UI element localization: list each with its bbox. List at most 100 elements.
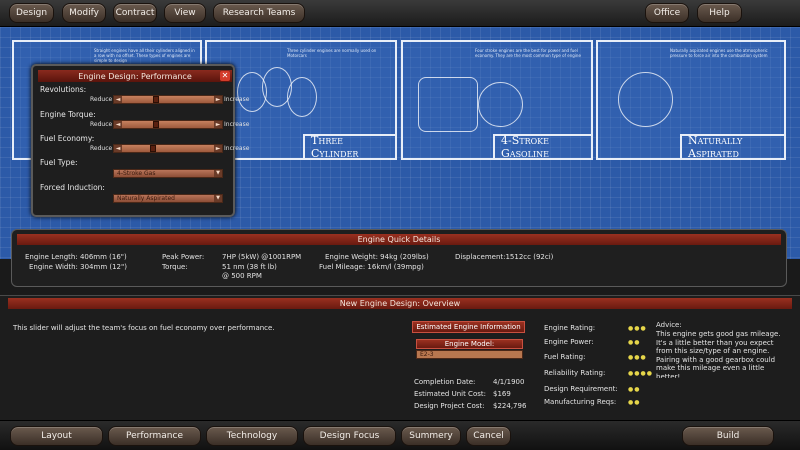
torque-rpm: @ 500 RPM (222, 272, 262, 280)
fuel-rating-label: Fuel Rating: (544, 353, 586, 361)
engine-width: Engine Width: 304mm (12") (29, 263, 127, 271)
engine-block-drawing (418, 77, 478, 132)
torque-value: 51 nm (38 ft lb) (222, 263, 277, 271)
torque-slider[interactable]: ◄ ► (113, 120, 223, 129)
top-menu-bar: Design Modify Contract View Research Tea… (0, 0, 800, 27)
unit-cost-value: $169 (493, 390, 511, 398)
engine-performance-dialog: Engine Design: Performance ✕ Revolutions… (31, 64, 249, 217)
contract-menu-button[interactable]: Contract (113, 3, 157, 23)
tab-technology[interactable]: Technology (206, 426, 298, 446)
gear-drawing (478, 82, 523, 127)
slider-hint: This slider will adjust the team's focus… (13, 324, 275, 332)
engine-power-label: Engine Power: (544, 338, 594, 346)
slider-thumb[interactable] (150, 145, 157, 152)
peak-power-label: Peak Power: (162, 253, 205, 261)
fuel-type-label: Fuel Type: (40, 158, 78, 167)
completion-date-label: Completion Date: (414, 378, 476, 386)
project-cost-label: Design Project Cost: (414, 402, 485, 410)
blueprint-panel-naturally-aspirated: Naturally aspirated engines use the atmo… (596, 40, 786, 160)
increase-label: Increase (224, 121, 250, 128)
modify-menu-button[interactable]: Modify (62, 3, 106, 23)
fuel-type-value: 4-Stroke Gas (117, 170, 156, 177)
revolutions-slider[interactable]: ◄ ► (113, 95, 223, 104)
build-button[interactable]: Build (682, 426, 774, 446)
quick-details-title: Engine Quick Details (17, 234, 781, 245)
blueprint-caption: Three Cylinder (303, 134, 395, 160)
help-menu-button[interactable]: Help (697, 3, 742, 23)
tab-summary[interactable]: Summery (401, 426, 461, 446)
dialog-title-bar: Engine Design: Performance ✕ (38, 70, 232, 82)
fuel-mileage: Fuel Mileage: 16km/l (39mpg) (319, 263, 424, 271)
tab-design-focus[interactable]: Design Focus (303, 426, 396, 446)
cancel-button[interactable]: Cancel (466, 426, 511, 446)
design-menu-button[interactable]: Design (9, 3, 54, 23)
torque-label: Torque: (162, 263, 188, 271)
design-requirement-label: Design Requirement: (544, 385, 618, 393)
reduce-label: Reduce (90, 145, 113, 152)
chevron-down-icon[interactable]: ▼ (214, 170, 222, 177)
slider-thumb[interactable] (152, 96, 159, 103)
manufacturing-reqs-dots: ●● (628, 399, 641, 406)
design-overview: New Engine Design: Overview This slider … (0, 295, 800, 420)
peak-power-value: 7HP (5kW) @1001RPM (222, 253, 302, 261)
arrow-right-icon[interactable]: ► (214, 145, 222, 152)
blueprint-panel-four-stroke: Four stroke engines are the best for pow… (401, 40, 593, 160)
reduce-label: Reduce (90, 121, 113, 128)
increase-label: Increase (224, 96, 250, 103)
engine-power-dots: ●● (628, 339, 641, 346)
forced-induction-value: Naturally Aspirated (117, 195, 175, 202)
engine-quick-details: Engine Quick Details Engine Length: 406m… (11, 229, 787, 287)
slider-thumb[interactable] (152, 121, 159, 128)
blueprint-note: Straight engines have all their cylinder… (94, 48, 195, 63)
forced-induction-select[interactable]: Naturally Aspirated ▼ (113, 194, 223, 203)
estimated-info-button[interactable]: Estimated Engine Information (412, 321, 525, 333)
blueprint-note: Four stroke engines are the best for pow… (475, 48, 581, 58)
reliability-rating-dots: ●●●● (628, 370, 653, 377)
displacement: Displacement:1512cc (92ci) (455, 253, 554, 261)
fuel-economy-slider[interactable]: ◄ ► (113, 144, 223, 153)
design-requirement-dots: ●● (628, 386, 641, 393)
overview-title: New Engine Design: Overview (8, 298, 792, 309)
arrow-left-icon[interactable]: ◄ (114, 96, 122, 103)
fuel-type-select[interactable]: 4-Stroke Gas ▼ (113, 169, 223, 178)
engine-weight: Engine Weight: 94kg (209lbs) (325, 253, 429, 261)
arrow-left-icon[interactable]: ◄ (114, 145, 122, 152)
close-icon[interactable]: ✕ (220, 71, 230, 81)
unit-cost-label: Estimated Unit Cost: (414, 390, 486, 398)
engine-model-label: Engine Model: (416, 339, 523, 349)
blueprint-caption: 4-Stroke Gasoline (493, 134, 591, 160)
arrow-right-icon[interactable]: ► (214, 121, 222, 128)
blueprint-note: Naturally aspirated engines use the atmo… (670, 48, 768, 58)
tab-layout[interactable]: Layout (10, 426, 103, 446)
fuel-rating-dots: ●●● (628, 354, 647, 361)
reduce-label: Reduce (90, 96, 113, 103)
advice-label: Advice: (656, 321, 682, 329)
engine-model-field[interactable]: E2-3 (416, 350, 523, 359)
office-menu-button[interactable]: Office (645, 3, 689, 23)
cylinder-drawing (287, 77, 317, 117)
arrow-left-icon[interactable]: ◄ (114, 121, 122, 128)
reliability-rating-label: Reliability Rating: (544, 369, 606, 377)
manufacturing-reqs-label: Manufacturing Reqs: (544, 398, 617, 406)
dialog-title: Engine Design: Performance (78, 71, 192, 81)
blueprint-note: Three cylinder engines are normally used… (287, 48, 377, 58)
research-teams-menu-button[interactable]: Research Teams (213, 3, 305, 23)
intake-drawing (618, 72, 673, 127)
engine-rating-label: Engine Rating: (544, 324, 596, 332)
project-cost-value: $224,796 (493, 402, 527, 410)
forced-induction-label: Forced Induction: (40, 183, 105, 192)
engine-length: Engine Length: 406mm (16") (25, 253, 127, 261)
chevron-down-icon[interactable]: ▼ (214, 195, 222, 202)
revolutions-label: Revolutions: (40, 85, 87, 94)
bottom-tab-bar: Layout Performance Technology Design Foc… (0, 420, 800, 450)
completion-date-value: 4/1/1900 (493, 378, 525, 386)
view-menu-button[interactable]: View (164, 3, 206, 23)
tab-performance[interactable]: Performance (108, 426, 201, 446)
engine-rating-dots: ●●● (628, 325, 647, 332)
fuel-economy-label: Fuel Economy: (40, 134, 95, 143)
torque-label: Engine Torque: (40, 110, 96, 119)
increase-label: Increase (224, 145, 250, 152)
blueprint-caption: Naturally Aspirated (680, 134, 784, 160)
arrow-right-icon[interactable]: ► (214, 96, 222, 103)
advice-text: This engine gets good gas mileage. It's … (656, 330, 781, 378)
